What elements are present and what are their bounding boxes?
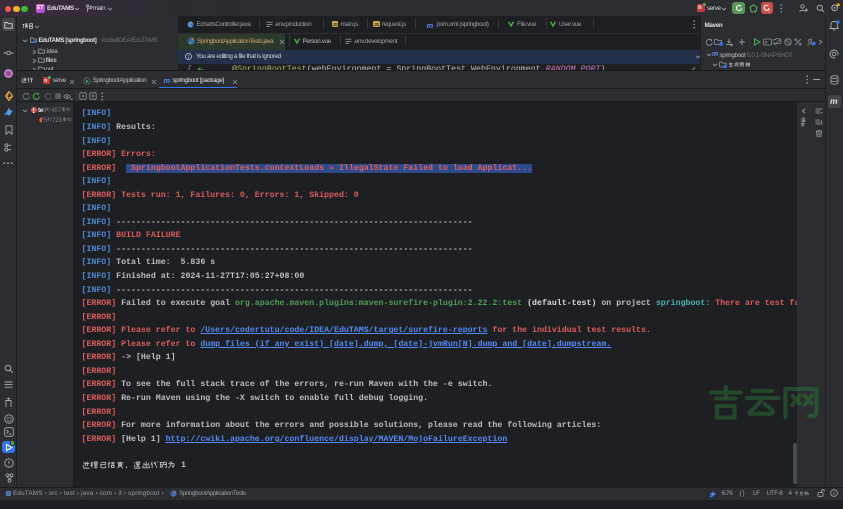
svg-text:C: C: [189, 22, 193, 27]
svg-text:2: 2: [768, 9, 770, 13]
svg-text:D: D: [7, 416, 12, 423]
